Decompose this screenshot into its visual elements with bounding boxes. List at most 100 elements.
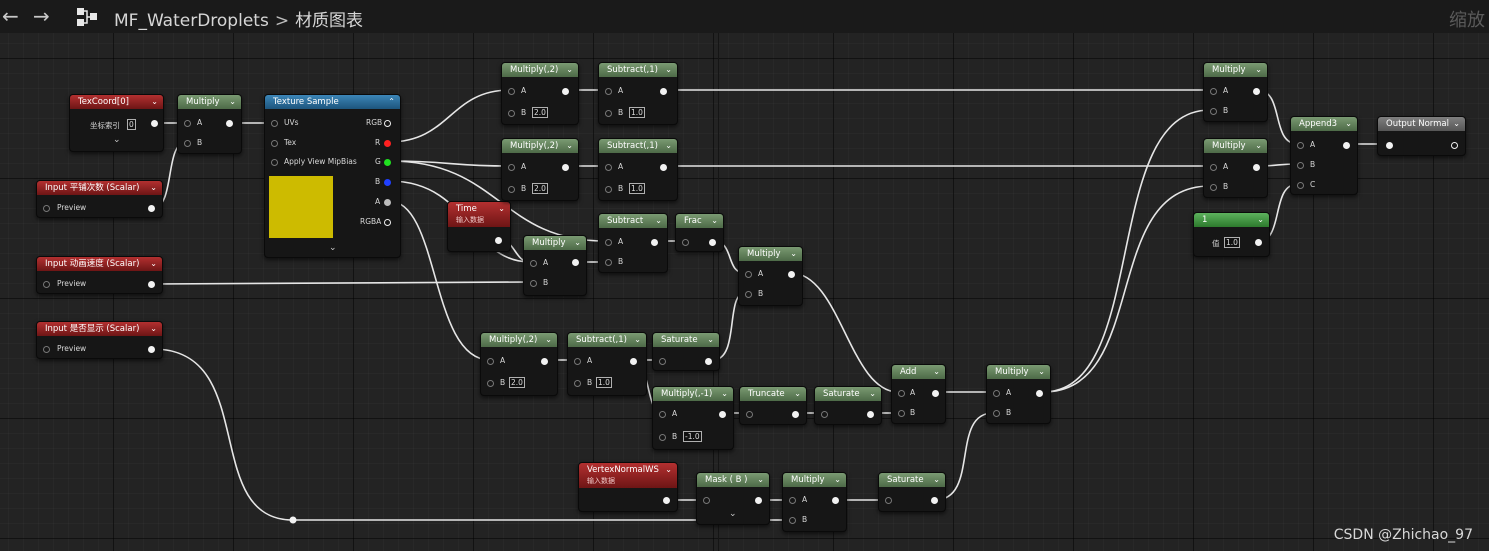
node-saturate-1[interactable]: Saturate ⌄ bbox=[652, 332, 720, 371]
input-pin[interactable] bbox=[605, 110, 612, 117]
node-multiply-mask[interactable]: Multiply ⌄ A B bbox=[782, 472, 847, 532]
output-pin[interactable] bbox=[1036, 390, 1043, 397]
chevron-down-icon[interactable]: ⌄ bbox=[1255, 139, 1262, 153]
output-pin[interactable] bbox=[792, 411, 799, 418]
output-pin[interactable] bbox=[660, 164, 667, 171]
input-pin[interactable] bbox=[898, 390, 905, 397]
input-pin[interactable] bbox=[659, 434, 666, 441]
input-pin[interactable] bbox=[993, 410, 1000, 417]
output-pin[interactable] bbox=[1451, 142, 1458, 149]
back-arrow-icon[interactable]: ← bbox=[2, 4, 19, 28]
value-field[interactable]: 1.0 bbox=[629, 107, 645, 118]
output-pin[interactable] bbox=[788, 271, 795, 278]
input-pin[interactable] bbox=[993, 390, 1000, 397]
chevron-up-icon[interactable]: ⌃ bbox=[388, 95, 395, 109]
output-pin[interactable] bbox=[148, 205, 155, 212]
node-input-show[interactable]: Input 是否显示 (Scalar) ⌄ Preview bbox=[36, 321, 163, 359]
input-pin[interactable] bbox=[898, 410, 905, 417]
input-pin[interactable] bbox=[703, 497, 710, 504]
output-pin[interactable] bbox=[495, 237, 502, 244]
chevron-down-icon[interactable]: ⌄ bbox=[721, 387, 728, 401]
input-pin[interactable] bbox=[1297, 142, 1304, 149]
node-multiply-2-r[interactable]: Multiply(,2) ⌄ A B 2.0 bbox=[501, 62, 579, 125]
node-subtract-1-a[interactable]: Subtract(,1) ⌄ A B 1.0 bbox=[567, 332, 647, 396]
node-multiply-2-a[interactable]: Multiply(,2) ⌄ A B 2.0 bbox=[480, 332, 558, 396]
output-pin[interactable] bbox=[572, 259, 579, 266]
value-field[interactable]: -1.0 bbox=[683, 431, 702, 442]
input-pin[interactable] bbox=[659, 358, 666, 365]
breadcrumb-asset[interactable]: MF_WaterDroplets bbox=[114, 11, 269, 31]
output-pin[interactable] bbox=[562, 88, 569, 95]
value-field[interactable]: 2.0 bbox=[532, 107, 548, 118]
input-pin[interactable] bbox=[885, 497, 892, 504]
output-pin[interactable] bbox=[660, 88, 667, 95]
node-multiply-g-final[interactable]: Multiply ⌄ A B bbox=[1203, 138, 1268, 198]
node-append3[interactable]: Append3 ⌄ A B C bbox=[1290, 116, 1358, 195]
input-pin[interactable] bbox=[1210, 164, 1217, 171]
node-multiply-out[interactable]: Multiply ⌄ A B bbox=[986, 364, 1051, 424]
input-pin[interactable] bbox=[184, 140, 191, 147]
input-pin[interactable] bbox=[530, 280, 537, 287]
input-pin[interactable] bbox=[1210, 108, 1217, 115]
expand-icon[interactable]: ⌄ bbox=[329, 243, 337, 253]
output-pin[interactable] bbox=[719, 411, 726, 418]
input-pin[interactable] bbox=[605, 186, 612, 193]
input-pin[interactable] bbox=[745, 271, 752, 278]
node-mask-b[interactable]: Mask ( B ) ⌄ ⌄ bbox=[696, 472, 770, 525]
value-field[interactable]: 2.0 bbox=[532, 183, 548, 194]
output-pin[interactable] bbox=[1343, 142, 1350, 149]
input-pin[interactable] bbox=[746, 411, 753, 418]
value-field[interactable]: 1.0 bbox=[629, 183, 645, 194]
input-pin[interactable] bbox=[43, 205, 50, 212]
input-pin[interactable] bbox=[821, 411, 828, 418]
input-pin[interactable] bbox=[508, 164, 515, 171]
chevron-down-icon[interactable]: ⌄ bbox=[1257, 213, 1264, 227]
output-pin-red[interactable] bbox=[384, 140, 391, 147]
value-field[interactable]: 1.0 bbox=[596, 377, 612, 388]
chevron-down-icon[interactable]: ⌄ bbox=[933, 365, 940, 379]
input-pin[interactable] bbox=[487, 380, 494, 387]
output-pin-alpha[interactable] bbox=[384, 199, 391, 206]
output-pin[interactable] bbox=[148, 346, 155, 353]
chevron-down-icon[interactable]: ⌄ bbox=[655, 214, 662, 228]
node-multiply-uv[interactable]: Multiply ⌄ A B bbox=[177, 94, 242, 154]
node-subtract-1-g[interactable]: Subtract(,1) ⌄ A B 1.0 bbox=[598, 138, 678, 201]
input-pin[interactable] bbox=[789, 497, 796, 504]
output-pin[interactable] bbox=[151, 120, 158, 127]
output-pin[interactable] bbox=[932, 390, 939, 397]
expand-icon[interactable]: ⌄ bbox=[113, 135, 121, 145]
output-pin-blue[interactable] bbox=[384, 179, 391, 186]
input-pin[interactable] bbox=[605, 164, 612, 171]
output-pin[interactable] bbox=[651, 239, 658, 246]
chevron-down-icon[interactable]: ⌄ bbox=[151, 95, 158, 109]
input-pin[interactable] bbox=[1210, 88, 1217, 95]
chevron-down-icon[interactable]: ⌄ bbox=[566, 139, 573, 153]
input-pin[interactable] bbox=[1297, 162, 1304, 169]
input-pin[interactable] bbox=[682, 239, 689, 246]
chevron-down-icon[interactable]: ⌄ bbox=[545, 333, 552, 347]
input-pin[interactable] bbox=[271, 140, 278, 147]
node-multiply-r-final[interactable]: Multiply ⌄ A B bbox=[1203, 62, 1268, 122]
chevron-down-icon[interactable]: ⌄ bbox=[566, 63, 573, 77]
node-texture-sample[interactable]: Texture Sample ⌃ UVs Tex Apply View MipBi… bbox=[264, 94, 401, 258]
node-texcoord[interactable]: TexCoord[0] ⌄ 坐标索引 0 ⌄ bbox=[69, 94, 164, 152]
input-pin[interactable] bbox=[605, 239, 612, 246]
input-pin[interactable] bbox=[508, 110, 515, 117]
forward-arrow-icon[interactable]: → bbox=[33, 4, 50, 28]
input-pin[interactable] bbox=[487, 358, 494, 365]
node-multiply-mid[interactable]: Multiply ⌄ A B bbox=[738, 246, 803, 306]
node-time[interactable]: Time 输入数据 ⌄ bbox=[447, 201, 511, 252]
chevron-down-icon[interactable]: ⌄ bbox=[1255, 63, 1262, 77]
output-pin[interactable] bbox=[1255, 239, 1262, 246]
output-pin[interactable] bbox=[832, 497, 839, 504]
node-input-tiling[interactable]: Input 平铺次数 (Scalar) ⌄ Preview bbox=[36, 180, 163, 218]
node-multiply-neg1[interactable]: Multiply(,-1) ⌄ A B -1.0 bbox=[652, 386, 734, 450]
input-pin[interactable] bbox=[43, 281, 50, 288]
chevron-down-icon[interactable]: ⌄ bbox=[707, 333, 714, 347]
output-pin[interactable] bbox=[630, 358, 637, 365]
node-add[interactable]: Add ⌄ A B bbox=[891, 364, 946, 424]
value-field[interactable]: 0 bbox=[127, 119, 136, 130]
output-pin[interactable] bbox=[384, 120, 391, 127]
chevron-down-icon[interactable]: ⌄ bbox=[150, 322, 157, 336]
chevron-down-icon[interactable]: ⌄ bbox=[1453, 117, 1460, 131]
